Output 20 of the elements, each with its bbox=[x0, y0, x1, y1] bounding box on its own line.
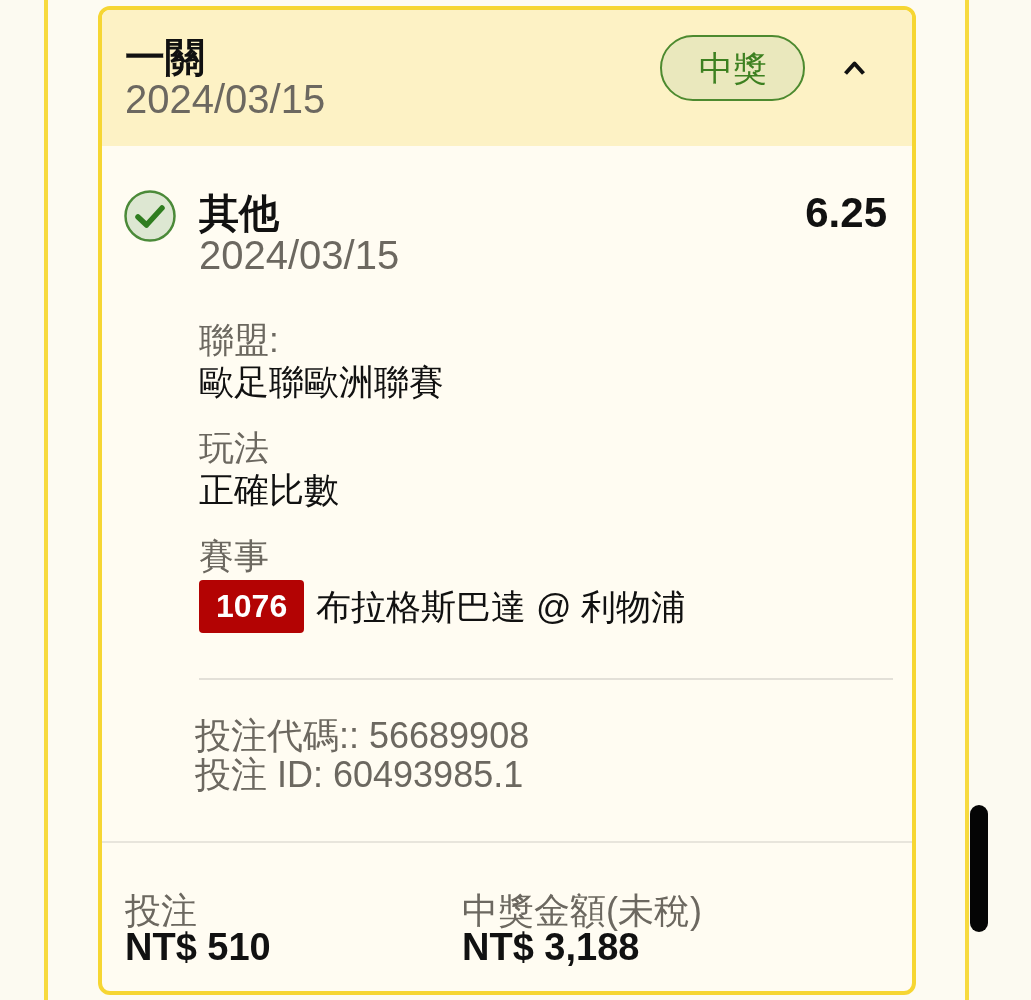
total-label: 投注 bbox=[125, 893, 198, 929]
chevron-up-icon[interactable] bbox=[843, 60, 866, 76]
total-amount: NT$ 510 bbox=[125, 929, 272, 965]
detail-label: 聯盟: bbox=[199, 319, 280, 361]
odds-value: 6.25 bbox=[805, 192, 887, 234]
selection-title: 其他 bbox=[199, 192, 280, 234]
status-badge: 中獎 bbox=[660, 35, 805, 101]
total-label: 中獎金額(未稅) bbox=[462, 893, 703, 929]
scrollbar-thumb[interactable] bbox=[970, 805, 988, 932]
detail-label: 賽事 bbox=[199, 535, 270, 577]
bet-date: 2024/03/15 bbox=[125, 78, 326, 120]
match-number-tag: 1076 bbox=[199, 580, 305, 633]
bet-type-title: 一關 bbox=[125, 36, 206, 78]
reference-text: 投注 ID: 60493985.1 bbox=[195, 755, 525, 794]
reference-text: 投注代碼:: 56689908 bbox=[195, 716, 531, 755]
detail-value: 歐足聯歐洲聯賽 bbox=[199, 361, 445, 403]
detail-label: 玩法 bbox=[199, 427, 270, 469]
match-teams: 布拉格斯巴達 @ 利物浦 bbox=[316, 585, 687, 628]
selection-date: 2024/03/15 bbox=[199, 234, 401, 276]
detail-value: 正確比數 bbox=[199, 469, 340, 511]
